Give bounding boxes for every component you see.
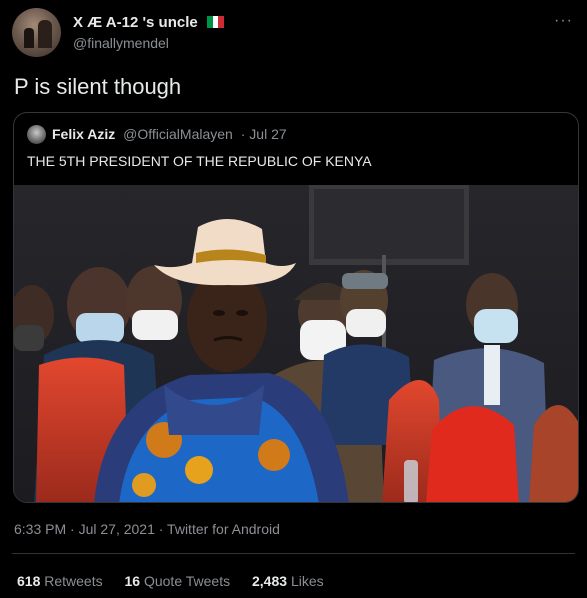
quoted-tweet[interactable]: Felix Aziz @OfficialMalayen · Jul 27 THE… [13,112,579,503]
author-handle[interactable]: @finallymendel [73,35,169,51]
quoted-author-row: Felix Aziz @OfficialMalayen · Jul 27 [52,126,287,142]
author-display-name[interactable]: X Æ A-12 's uncle [73,14,198,31]
photo-illustration [14,185,578,502]
quote-tweets-stat[interactable]: 16 Quote Tweets [125,573,231,589]
author-avatar[interactable] [12,8,61,57]
author-name-row[interactable]: X Æ A-12 's uncle [73,14,224,31]
likes-count: 2,483 [252,573,288,589]
tweet-timestamp[interactable]: 6:33 PM · Jul 27, 2021 · Twitter for And… [14,521,280,537]
quoted-date: · Jul 27 [240,126,287,142]
retweets-stat[interactable]: 618 Retweets [17,573,103,589]
more-dots-icon[interactable]: ··· [554,12,573,30]
tweet-header: X Æ A-12 's uncle @finallymendel ··· [12,8,575,58]
tweet-stats: 618 Retweets 16 Quote Tweets 2,483 Likes [17,573,342,589]
italy-flag-icon [206,15,224,28]
quoted-author-avatar [27,125,46,144]
quoted-author-name: Felix Aziz [52,126,116,142]
quoted-photo[interactable] [14,185,578,502]
retweets-count: 618 [17,573,41,589]
quote-tweets-label: Quote Tweets [143,573,231,589]
likes-label: Likes [290,573,324,589]
quote-tweets-count: 16 [124,573,141,589]
retweets-label: Retweets [44,573,103,589]
tweet-text: P is silent though [14,74,182,99]
quoted-author-handle: @OfficialMalayen [123,126,233,142]
quoted-text: THE 5TH PRESIDENT OF THE REPUBLIC OF KEN… [27,153,372,169]
divider-top [12,553,575,554]
likes-stat[interactable]: 2,483 Likes [252,573,324,589]
